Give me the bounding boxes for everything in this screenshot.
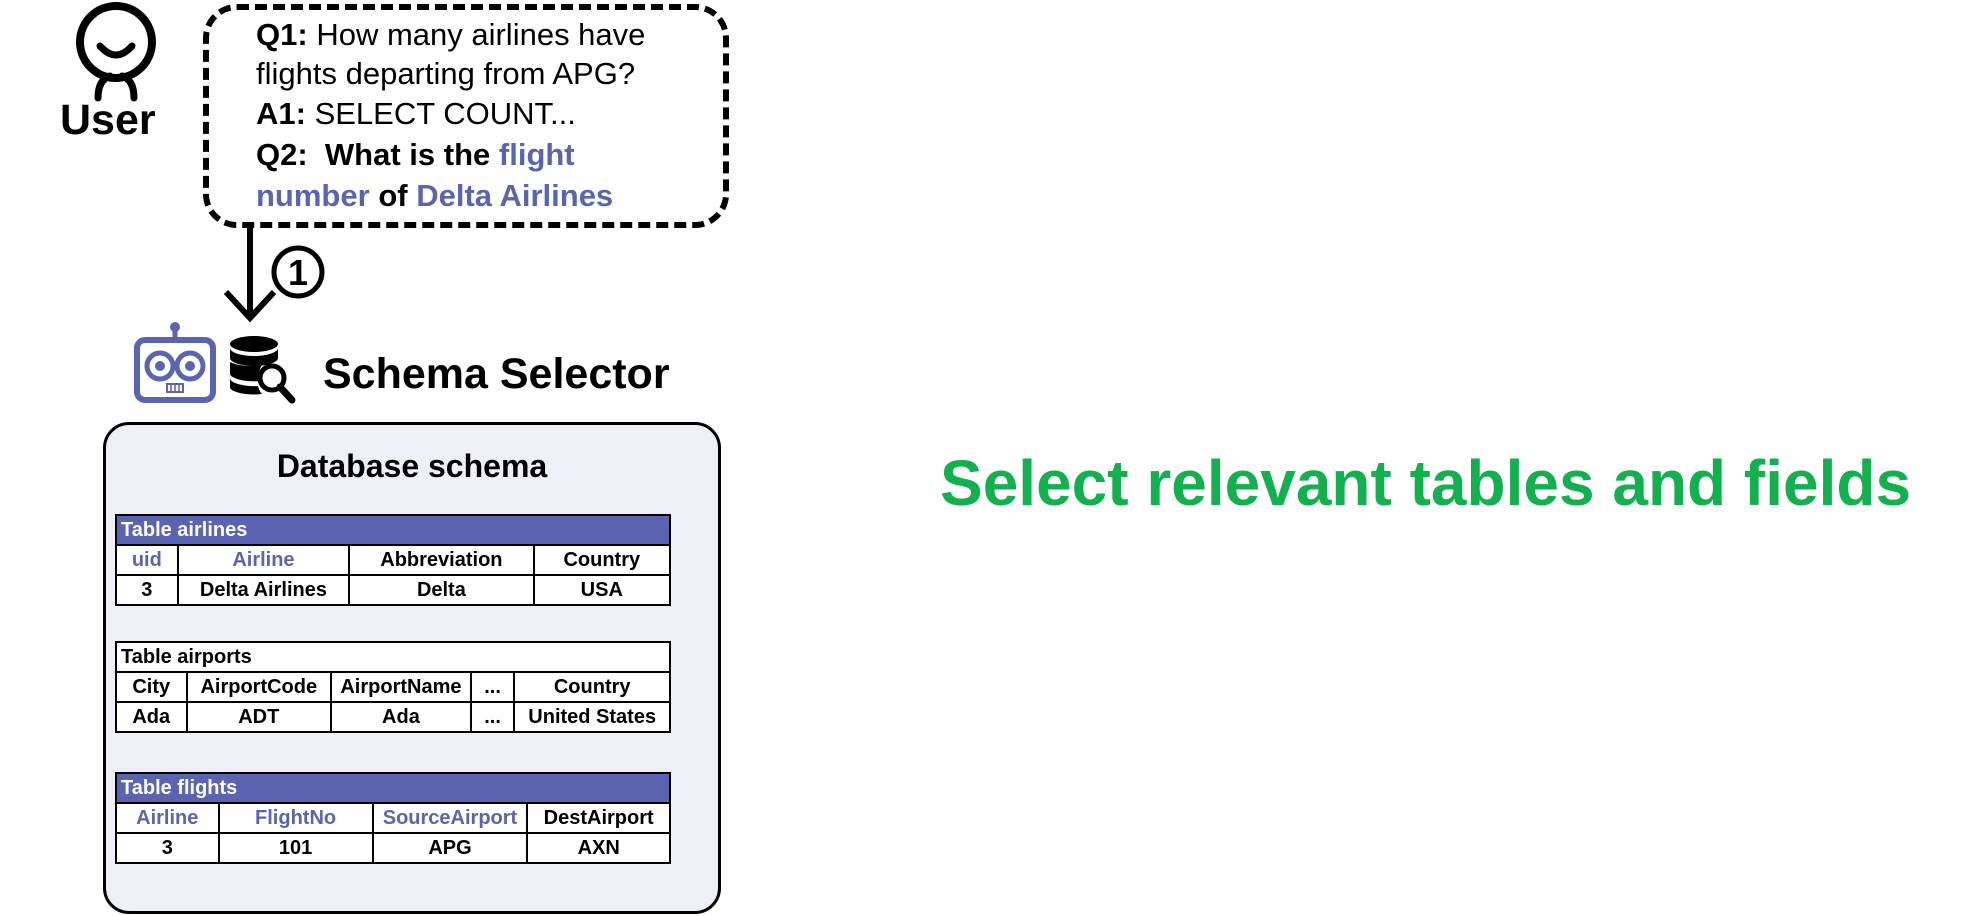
table-name: Table airports (115, 641, 671, 673)
table-header-row: City AirportCode AirportName ... Country (115, 671, 671, 703)
table-title-row: Table flights (115, 772, 671, 804)
q2-text-part1: What is the (324, 137, 491, 172)
table-flights: Table flights Airline FlightNo SourceAir… (115, 772, 671, 864)
q2-prefix: Q2: (256, 137, 308, 172)
a1-prefix: A1: (256, 96, 306, 131)
step-number-text: 1 (288, 252, 308, 293)
column-header: DestAirport (526, 802, 671, 834)
table-row: Ada ADT Ada ... United States (115, 701, 671, 733)
schema-selector-title: Schema Selector (323, 350, 670, 398)
table-cell: Delta Airlines (176, 574, 351, 606)
q2-highlight-number: number (256, 178, 370, 213)
table-name: Table flights (115, 772, 671, 804)
table-airlines: Table airlines uid Airline Abbreviation … (115, 514, 672, 606)
column-header: Country (532, 544, 672, 576)
q2-line1: Q2: What is the flight (256, 137, 575, 173)
a1-text: SELECT COUNT... (314, 96, 576, 131)
column-header: ... (469, 671, 516, 703)
column-header: Airline (176, 544, 351, 576)
step-caption: Select relevant tables and fields (940, 447, 1912, 519)
q1-line1: Q1: How many airlines have (256, 17, 645, 53)
table-header-row: Airline FlightNo SourceAirport DestAirpo… (115, 802, 671, 834)
table-cell: Ada (330, 701, 472, 733)
table-title-row: Table airports (115, 641, 671, 673)
user-label: User (60, 96, 156, 144)
table-row: 3 Delta Airlines Delta USA (115, 574, 672, 606)
robot-icon (134, 322, 216, 403)
column-header: uid (115, 544, 179, 576)
table-cell: 101 (217, 832, 374, 864)
q1-line2: flights departing from APG? (256, 56, 635, 92)
q1-text-line2: flights departing from APG? (256, 56, 636, 91)
table-cell: United States (513, 701, 671, 733)
table-cell: ADT (185, 701, 333, 733)
table-row: 3 101 APG AXN (115, 832, 671, 864)
column-header: AirportCode (185, 671, 333, 703)
table-cell: Ada (115, 701, 188, 733)
column-header: SourceAirport (371, 802, 529, 834)
table-cell: AXN (526, 832, 671, 864)
q1-text-line1: How many airlines have (316, 17, 646, 52)
table-cell: ... (469, 701, 516, 733)
table-airports: Table airports City AirportCode AirportN… (115, 641, 671, 733)
column-header: City (115, 671, 188, 703)
column-header: AirportName (330, 671, 472, 703)
column-header: Abbreviation (348, 544, 535, 576)
column-header: Airline (115, 802, 220, 834)
schema-title: Database schema (276, 448, 548, 484)
q2-highlight-flight: flight (498, 137, 575, 172)
table-header-row: uid Airline Abbreviation Country (115, 544, 672, 576)
table-cell: USA (532, 574, 672, 606)
database-search-icon (229, 336, 296, 404)
table-cell: 3 (115, 832, 220, 864)
user-icon (76, 2, 156, 102)
q2-line2: number of Delta Airlines (256, 178, 613, 214)
table-cell: APG (371, 832, 529, 864)
table-cell: Delta (348, 574, 535, 606)
table-name: Table airlines (115, 514, 671, 546)
column-header: Country (513, 671, 671, 703)
a1-line: A1: SELECT COUNT... (256, 96, 576, 132)
q2-text-part2: of (378, 178, 408, 213)
step-number-badge: 1 (271, 245, 325, 299)
q2-highlight-airline: Delta Airlines (416, 178, 614, 213)
table-cell: 3 (115, 574, 179, 606)
table-title-row: Table airlines (115, 514, 671, 546)
q1-prefix: Q1: (256, 17, 308, 52)
column-header: FlightNo (217, 802, 374, 834)
